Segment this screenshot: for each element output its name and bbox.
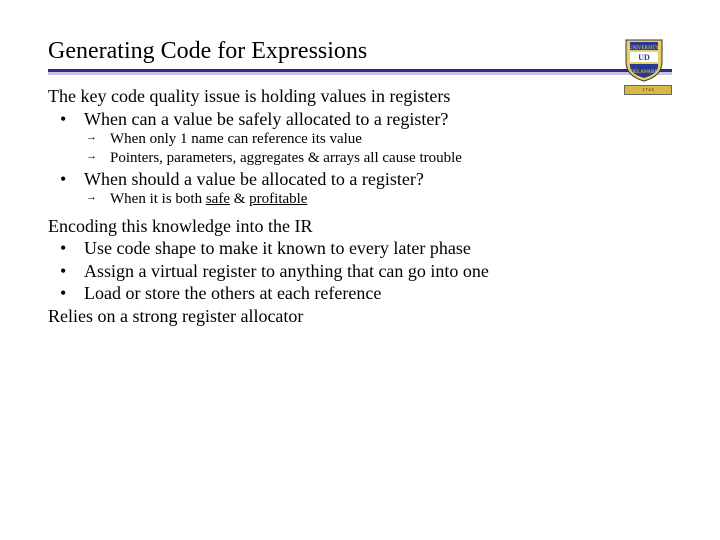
bullet-item: When can a value be safely allocated to … [70,108,672,131]
slide-content: The key code quality issue is holding va… [48,85,672,327]
logo-banner: 1 7 4 3 [624,85,672,95]
sub-bullet-item: Pointers, parameters, aggregates & array… [96,149,672,168]
sub-text-mid: & [230,191,249,207]
underlined-word: safe [206,191,230,207]
bullet-item: When should a value be allocated to a re… [70,168,672,191]
bullet-item: Assign a virtual register to anything th… [70,260,672,283]
underlined-word: profitable [249,191,307,207]
sub-bullet-item: When it is both safe & profitable [96,190,672,209]
svg-text:UNIVERSITY: UNIVERSITY [629,46,659,51]
bullet-item: Use code shape to make it known to every… [70,237,672,260]
intro-line-1: The key code quality issue is holding va… [48,85,672,108]
shield-icon: UNIVERSITY UD DELAWARE [624,38,664,82]
university-logo: UNIVERSITY UD DELAWARE 1 7 4 3 [624,38,672,92]
bullet-item: Load or store the others at each referen… [70,282,672,305]
outro-line: Relies on a strong register allocator [48,305,672,328]
sub-bullet-item: When only 1 name can reference its value [96,130,672,149]
title-underline [48,69,672,75]
intro-line-2: Encoding this knowledge into the IR [48,215,672,238]
sub-text-prefix: When it is both [110,191,206,207]
svg-text:DELAWARE: DELAWARE [630,70,657,75]
svg-text:UD: UD [638,53,650,62]
slide-title: Generating Code for Expressions [48,38,672,65]
